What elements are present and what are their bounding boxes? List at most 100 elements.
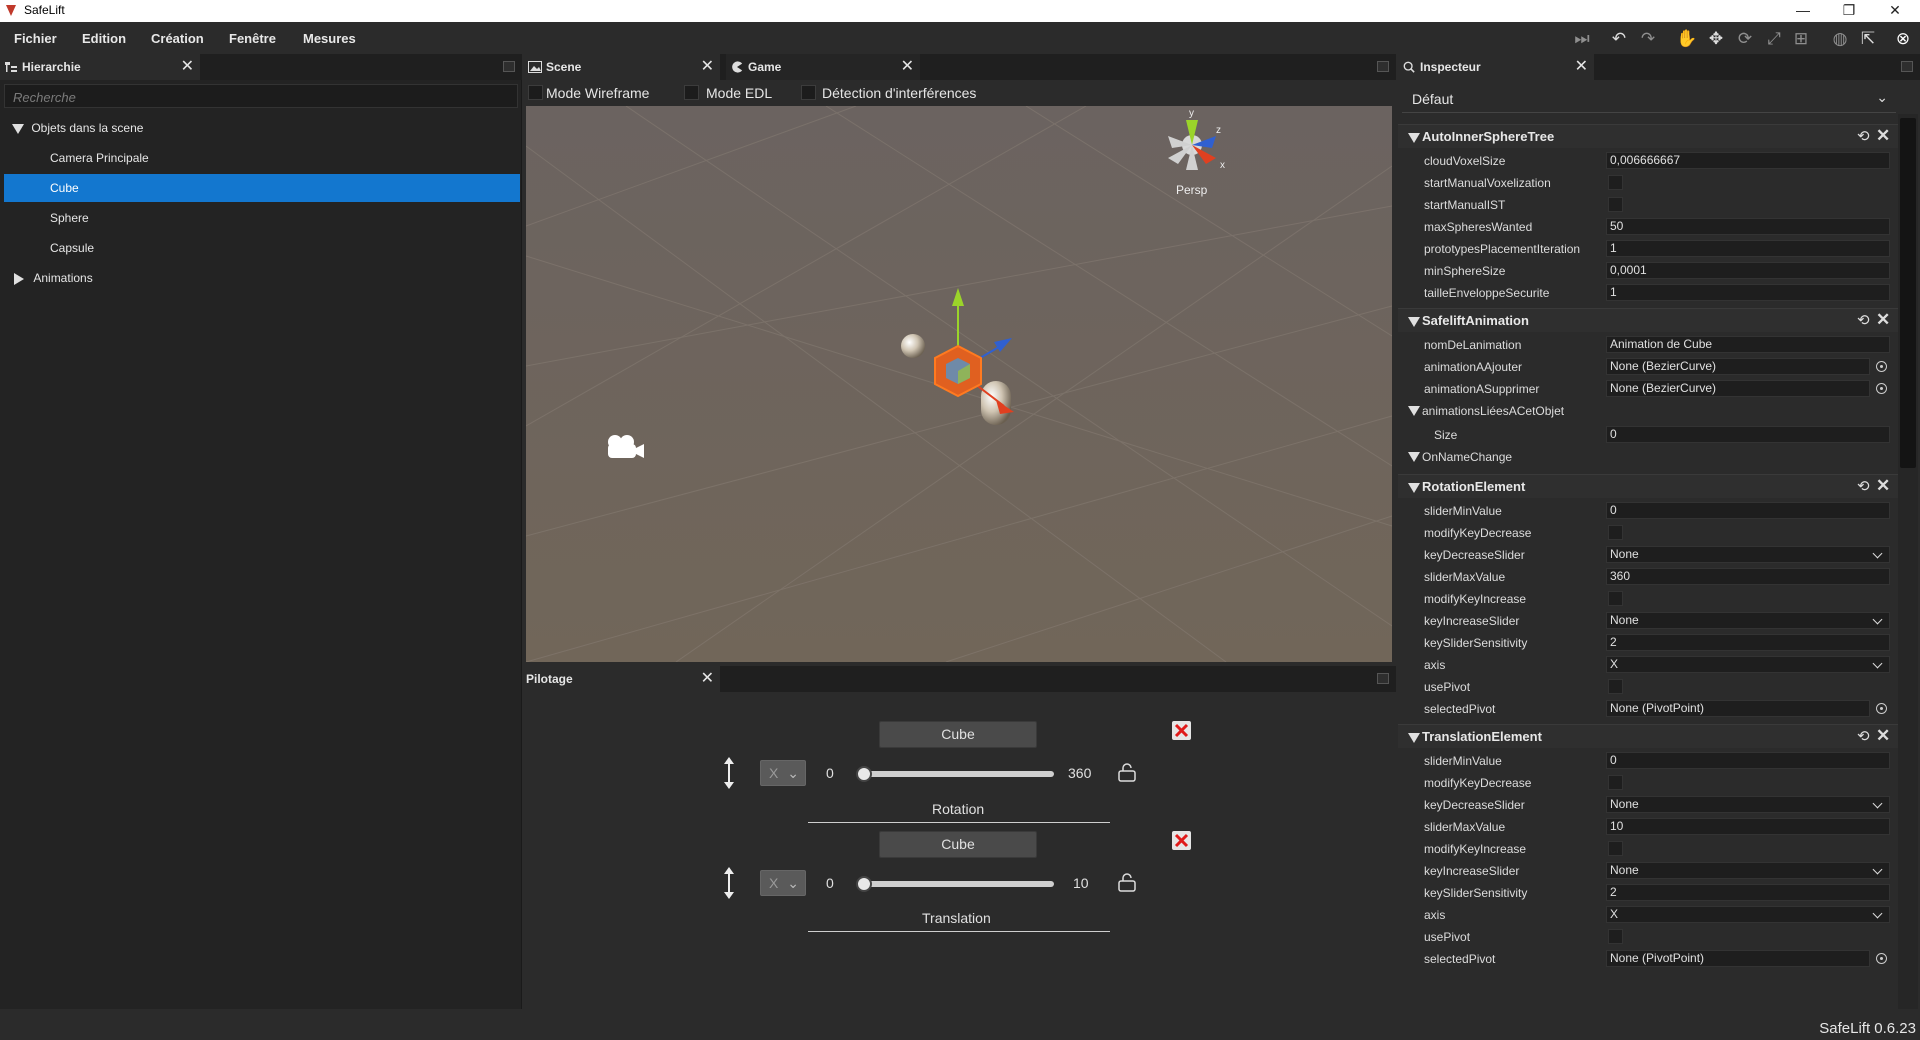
- axis-dropdown[interactable]: X ⌄: [760, 760, 806, 786]
- property-checkbox[interactable]: [1608, 525, 1623, 540]
- menu-fenetre[interactable]: Fenêtre: [229, 31, 276, 46]
- lock-icon[interactable]: [1116, 762, 1138, 784]
- tree-item-cube[interactable]: Cube: [4, 174, 520, 202]
- property-checkbox[interactable]: [1608, 197, 1623, 212]
- scrollbar-thumb[interactable]: [1900, 118, 1916, 468]
- menu-creation[interactable]: Création: [151, 31, 204, 46]
- step-icon[interactable]: ⏭: [1571, 28, 1593, 50]
- remove-component-icon[interactable]: ✕: [1876, 726, 1890, 746]
- object-field[interactable]: None (BezierCurve): [1606, 380, 1870, 397]
- property-checkbox[interactable]: [1608, 591, 1623, 606]
- search-input[interactable]: Recherche: [4, 84, 518, 108]
- remove-component-icon[interactable]: ✕: [1876, 310, 1890, 330]
- property-dropdown[interactable]: X: [1606, 656, 1890, 673]
- property-input[interactable]: 1: [1606, 240, 1890, 257]
- dock-icon[interactable]: [1377, 673, 1389, 684]
- globe-icon[interactable]: ◍: [1829, 28, 1851, 50]
- property-input[interactable]: Animation de Cube: [1606, 336, 1890, 353]
- property-input[interactable]: 0: [1606, 426, 1890, 443]
- component-header[interactable]: TranslationElement ⟲ ✕: [1398, 724, 1898, 748]
- up-down-arrows-icon[interactable]: [720, 755, 738, 791]
- property-dropdown[interactable]: None: [1606, 612, 1890, 629]
- close-icon[interactable]: ✕: [701, 666, 714, 692]
- rotate-icon[interactable]: ⟳: [1734, 28, 1756, 50]
- tree-item-animations[interactable]: Animations: [4, 264, 520, 292]
- tab-hierarchy[interactable]: Hierarchie ✕: [0, 54, 200, 80]
- remove-component-icon[interactable]: ✕: [1876, 126, 1890, 146]
- property-input[interactable]: 360: [1606, 568, 1890, 585]
- property-input[interactable]: 2: [1606, 884, 1890, 901]
- cube-object[interactable]: [934, 344, 982, 398]
- hand-icon[interactable]: ✋: [1676, 28, 1698, 50]
- object-field[interactable]: None (BezierCurve): [1606, 358, 1870, 375]
- remove-component-icon[interactable]: ✕: [1876, 476, 1890, 496]
- projection-label[interactable]: Persp: [1176, 183, 1208, 197]
- close-icon[interactable]: ✕: [181, 54, 194, 80]
- tree-item-sphere[interactable]: Sphere: [4, 204, 520, 232]
- collapse-icon[interactable]: [1408, 406, 1420, 416]
- property-checkbox[interactable]: [1608, 175, 1623, 190]
- gizmo-icon[interactable]: ⊗: [1892, 28, 1914, 50]
- up-down-arrows-icon[interactable]: [720, 865, 738, 901]
- collapse-icon[interactable]: [1408, 133, 1420, 143]
- dock-icon[interactable]: [1901, 61, 1913, 72]
- capsule-object[interactable]: [981, 381, 1011, 425]
- pivot-icon[interactable]: ⇱: [1857, 28, 1879, 50]
- preset-dropdown[interactable]: Défaut ⌄: [1402, 85, 1896, 113]
- slider-handle[interactable]: [856, 876, 872, 892]
- interference-checkbox[interactable]: [801, 85, 816, 100]
- object-picker-icon[interactable]: [1876, 953, 1887, 964]
- close-icon[interactable]: ✕: [901, 54, 914, 80]
- scale-icon[interactable]: ⤢: [1763, 28, 1785, 50]
- tab-inspector[interactable]: Inspecteur ✕: [1398, 54, 1594, 80]
- property-input[interactable]: 0: [1606, 502, 1890, 519]
- dock-icon[interactable]: [1377, 61, 1389, 72]
- property-dropdown[interactable]: None: [1606, 546, 1890, 563]
- reset-icon[interactable]: ⟲: [1857, 727, 1870, 745]
- property-input[interactable]: 2: [1606, 634, 1890, 651]
- property-dropdown[interactable]: None: [1606, 796, 1890, 813]
- property-input[interactable]: 0: [1606, 752, 1890, 769]
- remove-controller-button[interactable]: [1172, 721, 1191, 740]
- remove-controller-button[interactable]: [1172, 831, 1191, 850]
- menu-edition[interactable]: Edition: [82, 31, 126, 46]
- tab-pilotage[interactable]: Pilotage ✕: [524, 666, 720, 692]
- tree-item-scene-objects[interactable]: Objets dans la scene: [4, 114, 520, 142]
- expand-down-icon[interactable]: [12, 123, 24, 134]
- expand-right-icon[interactable]: [14, 272, 24, 285]
- property-dropdown[interactable]: X: [1606, 906, 1890, 923]
- property-dropdown[interactable]: None: [1606, 862, 1890, 879]
- menu-mesures[interactable]: Mesures: [303, 31, 356, 46]
- wireframe-checkbox[interactable]: [528, 85, 543, 100]
- axis-dropdown[interactable]: X ⌄: [760, 870, 806, 896]
- object-select-button[interactable]: Cube: [879, 721, 1037, 748]
- reset-icon[interactable]: ⟲: [1857, 311, 1870, 329]
- dock-icon[interactable]: [503, 61, 515, 72]
- component-header[interactable]: AutoInnerSphereTree ⟲ ✕: [1398, 124, 1898, 148]
- rect-icon[interactable]: ⊞: [1790, 28, 1812, 50]
- slider-track[interactable]: [860, 771, 1054, 777]
- sphere-object[interactable]: [901, 334, 925, 358]
- property-input[interactable]: 1: [1606, 284, 1890, 301]
- close-icon[interactable]: ✕: [1575, 54, 1588, 80]
- property-checkbox[interactable]: [1608, 929, 1623, 944]
- minimize-button[interactable]: —: [1780, 0, 1826, 22]
- property-input[interactable]: 0,0001: [1606, 262, 1890, 279]
- property-checkbox[interactable]: [1608, 679, 1623, 694]
- object-select-button[interactable]: Cube: [879, 831, 1037, 858]
- slider-handle[interactable]: [856, 766, 872, 782]
- menu-fichier[interactable]: Fichier: [14, 31, 57, 46]
- property-input[interactable]: 10: [1606, 818, 1890, 835]
- property-input[interactable]: 0,006666667: [1606, 152, 1890, 169]
- object-picker-icon[interactable]: [1876, 703, 1887, 714]
- reset-icon[interactable]: ⟲: [1857, 127, 1870, 145]
- close-window-button[interactable]: ✕: [1872, 0, 1918, 22]
- tree-item-capsule[interactable]: Capsule: [4, 234, 520, 262]
- object-picker-icon[interactable]: [1876, 361, 1887, 372]
- object-field[interactable]: None (PivotPoint): [1606, 950, 1870, 967]
- collapse-icon[interactable]: [1408, 733, 1420, 743]
- collapse-icon[interactable]: [1408, 317, 1420, 327]
- collapse-icon[interactable]: [1408, 452, 1420, 462]
- property-input[interactable]: 50: [1606, 218, 1890, 235]
- component-header[interactable]: SafeliftAnimation ⟲ ✕: [1398, 308, 1898, 332]
